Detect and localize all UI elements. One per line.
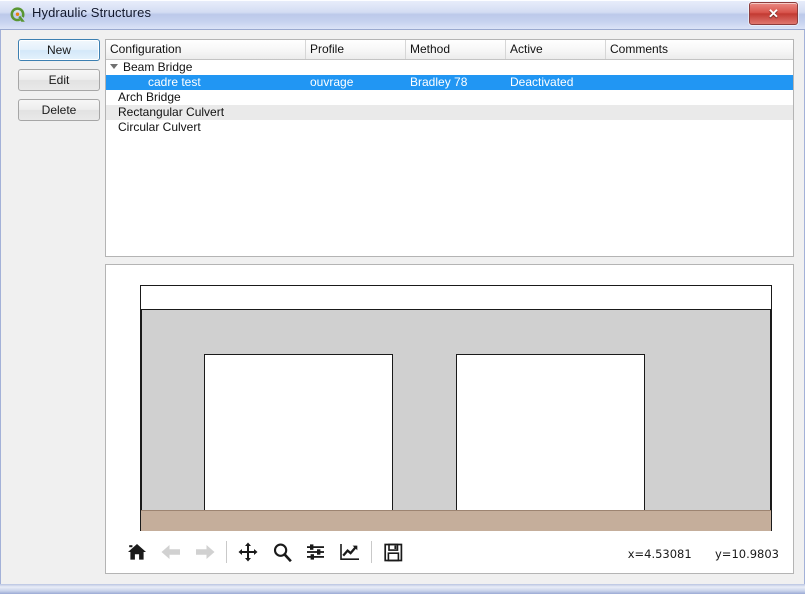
qgis-logo-icon xyxy=(10,7,25,22)
table-row[interactable]: Rectangular Culvert xyxy=(106,105,793,120)
y-axis-tick-mark xyxy=(140,398,141,399)
cell-method: Bradley 78 xyxy=(406,75,506,90)
home-icon[interactable] xyxy=(120,537,154,567)
arrow-left-icon[interactable] xyxy=(154,537,188,567)
bed-surface-line xyxy=(141,510,771,512)
back-arrow-glyph xyxy=(161,545,180,559)
save-glyph xyxy=(383,543,402,561)
home-glyph xyxy=(128,544,146,560)
arrow-right-icon[interactable] xyxy=(188,537,222,567)
table-row[interactable]: cadre test ouvrage Bradley 78 Deactivated xyxy=(106,75,793,90)
line-chart-icon[interactable] xyxy=(333,537,367,567)
pan-move-icon[interactable] xyxy=(231,537,265,567)
cell-text: Deactivated xyxy=(510,75,574,89)
tree-body: Beam Bridge cadre test ouvrage Bradley 78 De… xyxy=(106,60,793,135)
cell-text: Arch Bridge xyxy=(118,90,181,104)
forward-arrow-glyph xyxy=(196,545,215,559)
tree-header-row: Configuration Profile Method Active Comm… xyxy=(106,40,793,60)
sliders-icon[interactable] xyxy=(299,537,333,567)
delete-button[interactable]: Delete xyxy=(18,99,100,121)
magnifier-icon[interactable] xyxy=(265,537,299,567)
y-axis-tick-mark xyxy=(140,308,141,309)
toolbar-separator-2 xyxy=(371,541,372,563)
cell-profile: ouvrage xyxy=(306,75,406,90)
column-header-active[interactable]: Active xyxy=(506,40,606,59)
y-axis-tick-mark xyxy=(140,353,141,354)
pan-glyph xyxy=(238,542,258,562)
y-readout: y=10.9803 xyxy=(715,547,779,561)
new-button[interactable]: New xyxy=(18,39,100,61)
cell-configuration: Arch Bridge xyxy=(106,90,306,105)
x-readout: x=4.53081 xyxy=(627,547,692,561)
opening-right xyxy=(456,353,645,512)
matplotlib-canvas[interactable]: 02468100246810 xyxy=(106,265,793,535)
column-header-configuration[interactable]: Configuration xyxy=(106,40,306,59)
configure-subplots-glyph xyxy=(307,544,324,560)
cell-text: ouvrage xyxy=(310,75,354,89)
action-button-column: New Edit Delete xyxy=(18,39,100,121)
plot-shapes xyxy=(141,286,771,534)
edit-button[interactable]: Edit xyxy=(18,69,100,91)
structures-tree[interactable]: Configuration Profile Method Active Comm… xyxy=(105,39,794,257)
edit-curves-glyph xyxy=(340,544,359,560)
close-icon: ✕ xyxy=(768,6,779,21)
cell-text: Bradley 78 xyxy=(410,75,468,89)
window-frame-bottom xyxy=(0,584,805,594)
column-header-profile[interactable]: Profile xyxy=(306,40,406,59)
cell-text: Circular Culvert xyxy=(118,120,201,134)
y-axis-tick-mark xyxy=(140,443,141,444)
toolbar-separator-1 xyxy=(226,541,227,563)
cell-configuration: Circular Culvert xyxy=(106,120,306,135)
cell-text: cadre test xyxy=(148,75,201,89)
client-area: New Edit Delete Configuration Profile Me… xyxy=(1,30,804,584)
cell-text: Beam Bridge xyxy=(123,60,193,74)
column-header-comments[interactable]: Comments xyxy=(606,40,793,59)
table-row[interactable]: Circular Culvert xyxy=(106,120,793,135)
title-bar: Hydraulic Structures ✕ xyxy=(0,0,805,30)
table-row[interactable]: Beam Bridge xyxy=(106,60,793,75)
cell-configuration: Beam Bridge xyxy=(106,60,306,75)
table-row[interactable]: Arch Bridge xyxy=(106,90,793,105)
column-header-method[interactable]: Method xyxy=(406,40,506,59)
cell-configuration: Rectangular Culvert xyxy=(106,105,306,120)
close-button[interactable]: ✕ xyxy=(749,2,798,25)
hydraulic-structures-window: Hydraulic Structures ✕ New Edit Delete C… xyxy=(0,0,805,594)
y-axis-tick-mark xyxy=(140,488,141,489)
cell-active: Deactivated xyxy=(506,75,606,90)
window-title: Hydraulic Structures xyxy=(32,5,152,20)
plot-axes: 02468100246810 xyxy=(140,285,772,535)
cell-text: Rectangular Culvert xyxy=(118,105,225,119)
plot-panel: 02468100246810 xyxy=(105,264,794,574)
cursor-coordinates: x=4.53081 y=10.9803 xyxy=(628,547,779,561)
zoom-glyph xyxy=(273,543,292,562)
opening-left xyxy=(204,353,393,512)
cell-configuration: cadre test xyxy=(106,75,306,90)
matplotlib-navigation-toolbar: x=4.53081 y=10.9803 xyxy=(106,531,793,573)
chevron-down-icon[interactable] xyxy=(110,64,118,69)
floppy-save-icon[interactable] xyxy=(376,537,410,567)
